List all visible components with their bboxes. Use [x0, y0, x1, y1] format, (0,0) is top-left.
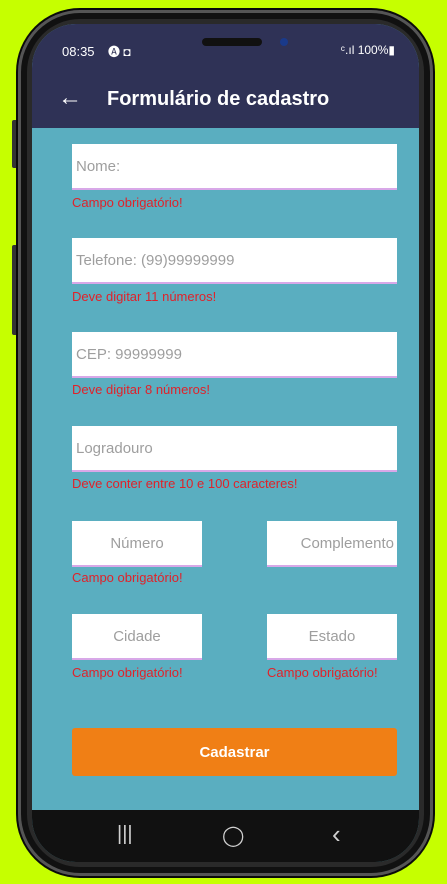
- speaker-grille: [202, 38, 262, 46]
- cep-error: Deve digitar 8 números!: [72, 382, 211, 397]
- logradouro-placeholder: Logradouro: [76, 439, 153, 457]
- telefone-input[interactable]: Telefone: (99)99999999: [72, 238, 397, 284]
- logradouro-input[interactable]: Logradouro: [72, 426, 397, 472]
- numero-error: Campo obrigatório!: [72, 570, 183, 585]
- telefone-error: Deve digitar 11 números!: [72, 289, 217, 304]
- screen: 08:35 🅐 ◘ ᶜ.ıl 100%▮ ← Formulário de cad…: [32, 24, 419, 862]
- complemento-input[interactable]: Complemento: [267, 521, 397, 567]
- home-icon[interactable]: ◯: [222, 823, 244, 848]
- nome-input[interactable]: Nome:: [72, 144, 397, 190]
- cep-input[interactable]: CEP: 99999999: [72, 332, 397, 378]
- cadastrar-button[interactable]: Cadastrar: [72, 728, 397, 776]
- app-bar: ← Formulário de cadastro: [32, 76, 419, 128]
- cidade-error: Campo obrigatório!: [72, 665, 183, 680]
- nome-error: Campo obrigatório!: [72, 195, 183, 210]
- numero-placeholder: Número: [110, 534, 164, 552]
- status-bar: 08:35 🅐 ◘ ᶜ.ıl 100%▮: [32, 24, 419, 76]
- front-camera: [280, 38, 288, 46]
- estado-input[interactable]: Estado: [267, 614, 397, 660]
- recent-apps-icon[interactable]: |||: [117, 823, 133, 846]
- cidade-placeholder: Cidade: [113, 627, 161, 645]
- cidade-input[interactable]: Cidade: [72, 614, 202, 660]
- estado-placeholder: Estado: [308, 627, 356, 645]
- system-back-icon[interactable]: ‹: [332, 819, 341, 850]
- back-arrow-icon[interactable]: ←: [58, 84, 82, 112]
- page-title: Formulário de cadastro: [107, 88, 330, 110]
- nome-placeholder: Nome:: [76, 157, 121, 175]
- estado-error: Campo obrigatório!: [267, 665, 378, 680]
- system-nav-bar: ||| ◯ ‹: [32, 810, 419, 862]
- notification-icons: 🅐 ◘: [108, 45, 131, 59]
- logradouro-error: Deve conter entre 10 e 100 caracteres!: [72, 476, 298, 491]
- status-time: 08:35: [62, 44, 95, 59]
- complemento-placeholder: Complemento: [300, 534, 394, 552]
- numero-input[interactable]: Número: [72, 521, 202, 567]
- cep-placeholder: CEP: 99999999: [76, 345, 182, 363]
- telefone-placeholder: Telefone: (99)99999999: [76, 251, 235, 269]
- battery-signal-indicator: ᶜ.ıl 100%▮: [340, 43, 395, 57]
